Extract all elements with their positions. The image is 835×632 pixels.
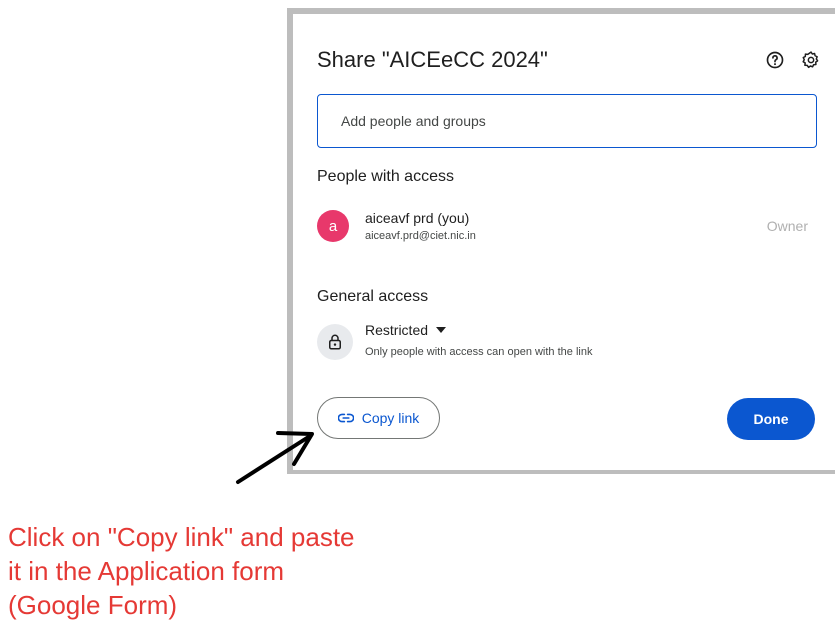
general-access-heading: General access bbox=[317, 288, 429, 305]
share-dialog: Share "AICEeCC 2024" People with access … bbox=[293, 14, 835, 470]
instruction-line: (Google Form) bbox=[8, 590, 178, 620]
settings-button[interactable] bbox=[797, 46, 825, 74]
owner-row: a aiceavf prd (you) aiceavf.prd@ciet.nic… bbox=[317, 208, 817, 248]
general-access-description: Only people with access can open with th… bbox=[365, 346, 593, 358]
general-access-value: Restricted bbox=[365, 322, 429, 338]
people-with-access-heading: People with access bbox=[317, 168, 454, 185]
instruction-annotation: Click on "Copy link" and paste it in the… bbox=[8, 520, 355, 622]
copy-link-button[interactable]: Copy link bbox=[317, 397, 440, 439]
copy-link-label: Copy link bbox=[361, 410, 420, 426]
screenshot-stage: Share "AICEeCC 2024" People with access … bbox=[0, 0, 835, 632]
owner-role: Owner bbox=[766, 218, 808, 234]
general-access-dropdown[interactable]: Restricted bbox=[365, 322, 447, 338]
lock-icon-container bbox=[317, 324, 353, 360]
dialog-title: Share "AICEeCC 2024" bbox=[317, 47, 548, 72]
avatar: a bbox=[317, 210, 349, 242]
gear-icon bbox=[802, 51, 819, 69]
general-access-row: Restricted Only people with access can o… bbox=[317, 320, 817, 368]
link-icon bbox=[337, 413, 354, 423]
instruction-line: it in the Application form bbox=[8, 556, 285, 586]
instruction-line: Click on "Copy link" and paste bbox=[8, 522, 355, 552]
add-people-input[interactable] bbox=[318, 95, 816, 147]
caret-down-icon bbox=[436, 327, 447, 333]
done-button[interactable]: Done bbox=[727, 398, 815, 440]
lock-icon bbox=[329, 334, 341, 350]
pointer-arrow-icon bbox=[236, 431, 314, 484]
add-people-field[interactable] bbox=[317, 94, 817, 148]
owner-email: aiceavf.prd@ciet.nic.in bbox=[365, 230, 476, 242]
help-button[interactable] bbox=[761, 46, 789, 74]
help-circle-icon bbox=[766, 51, 784, 69]
owner-name: aiceavf prd (you) bbox=[365, 210, 470, 226]
